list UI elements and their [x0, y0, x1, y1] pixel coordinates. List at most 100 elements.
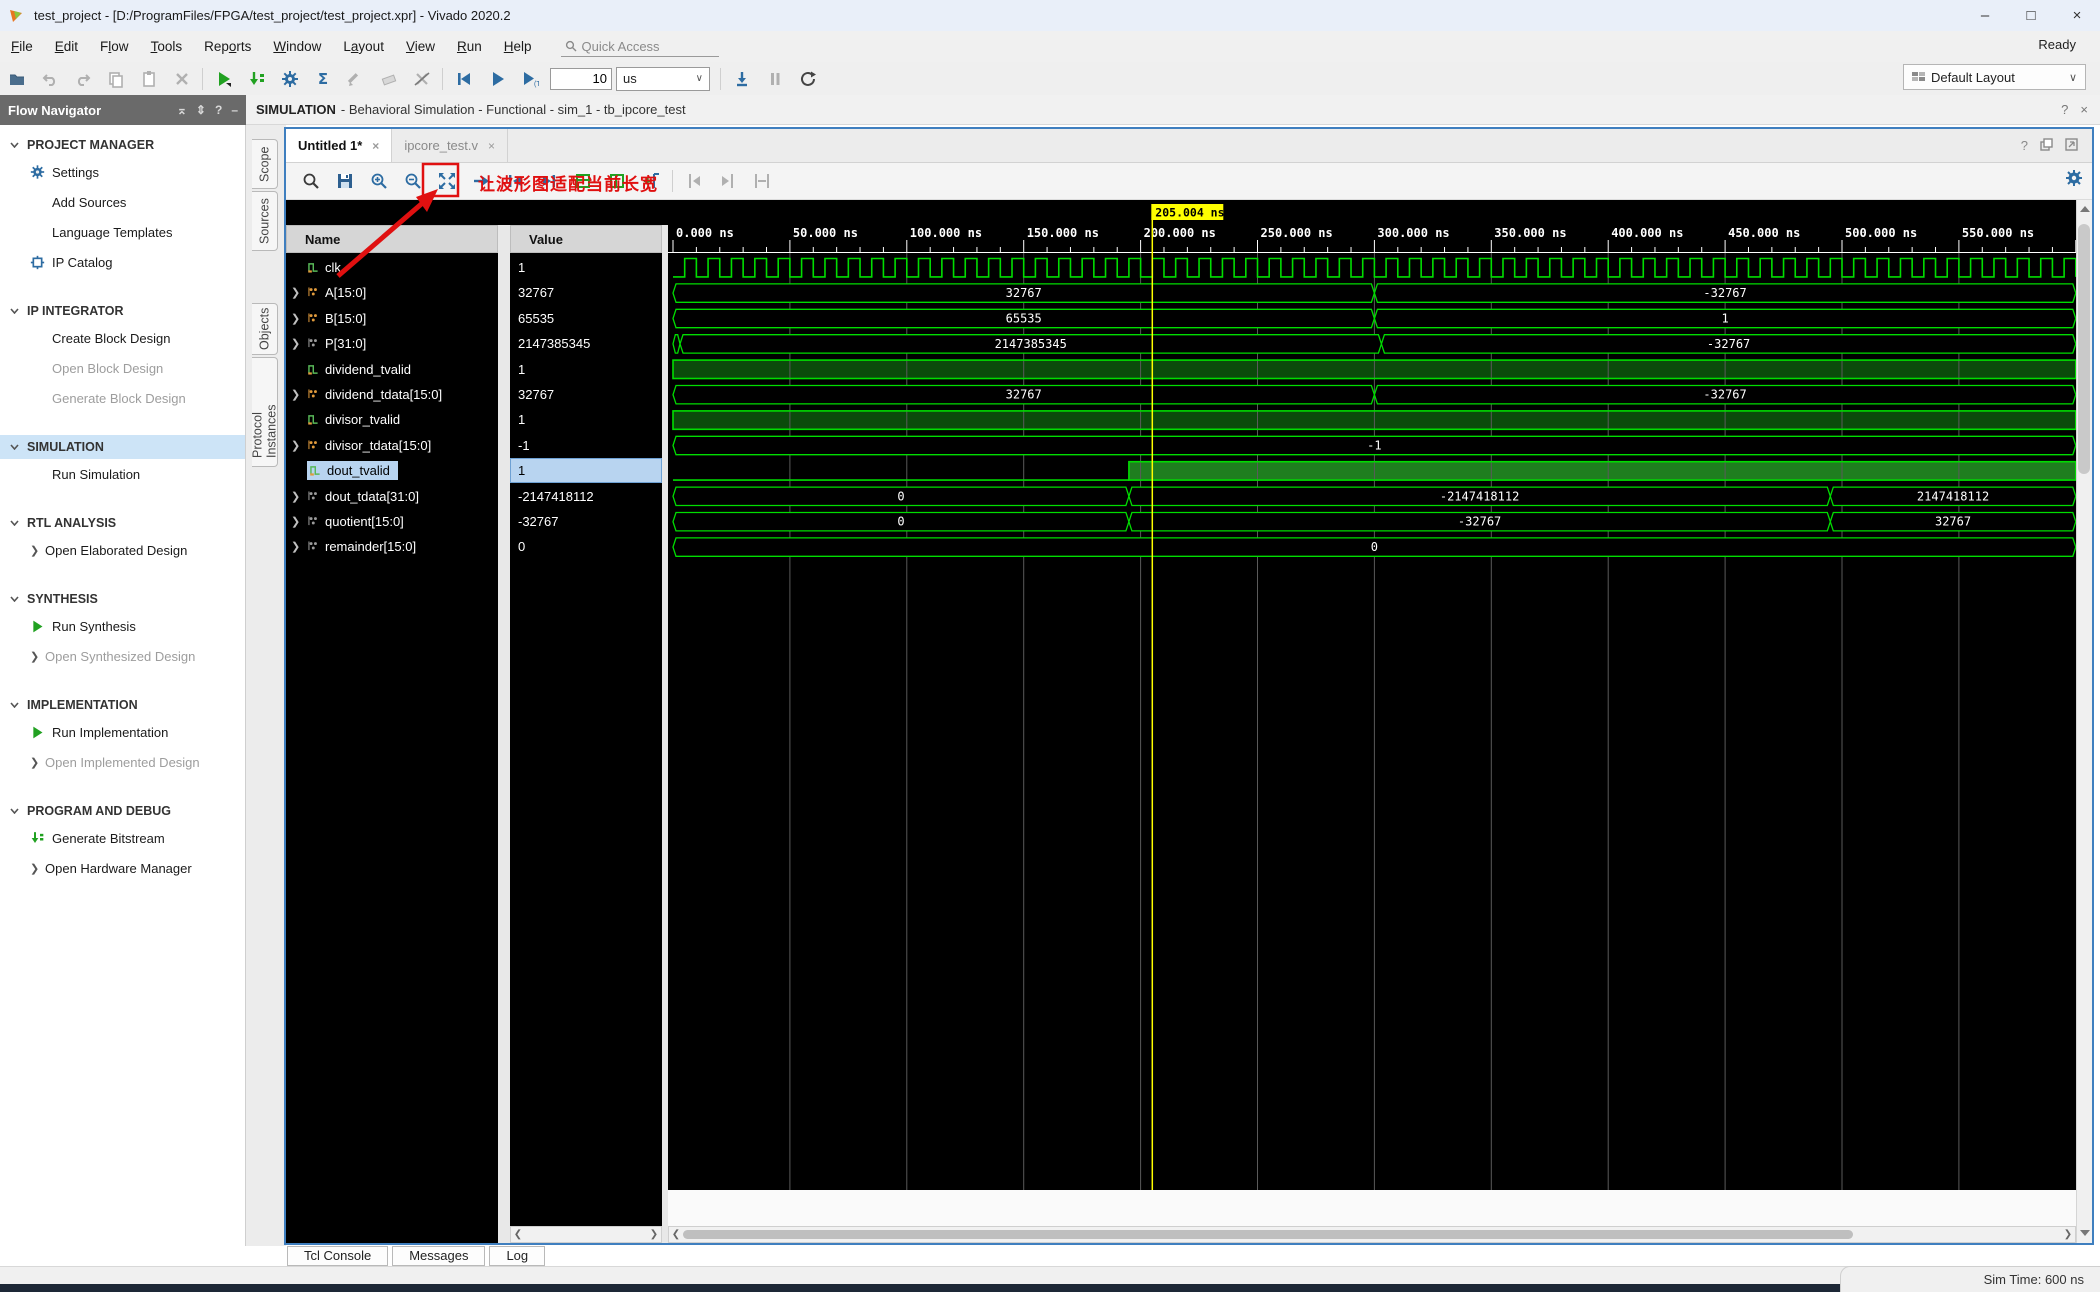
- menu-item-layout[interactable]: Layout: [332, 39, 395, 54]
- paste-icon[interactable]: [132, 65, 165, 93]
- flow-section-program-and-debug[interactable]: PROGRAM AND DEBUG: [0, 799, 245, 823]
- zoom-out-icon[interactable]: [396, 166, 430, 196]
- wave-tab-untitled-1-[interactable]: Untitled 1*×: [286, 129, 392, 162]
- run-for-time-icon[interactable]: (T): [513, 65, 546, 93]
- scroll-right-icon[interactable]: ❯: [2061, 1229, 2075, 1240]
- menu-item-flow[interactable]: Flow: [89, 39, 140, 54]
- signal-row-divisor_tdata150[interactable]: ❯divisor_tdata[15:0]: [286, 433, 498, 458]
- minimize-panel-icon[interactable]: –: [231, 103, 238, 117]
- side-tab-objects[interactable]: Objects: [252, 303, 278, 355]
- value-hscrollbar[interactable]: ❮ ❯: [510, 1226, 662, 1243]
- redo-icon[interactable]: [66, 65, 99, 93]
- restart-sim-icon[interactable]: [447, 65, 480, 93]
- run-all-icon[interactable]: [480, 65, 513, 93]
- copy-icon[interactable]: [99, 65, 132, 93]
- close-tab-icon[interactable]: ×: [488, 139, 495, 153]
- scroll-down-icon[interactable]: [2080, 1230, 2090, 1236]
- signal-value-A150[interactable]: 32767: [510, 280, 662, 305]
- side-tab-scope[interactable]: Scope: [252, 139, 278, 189]
- flow-item-create-block-design[interactable]: Create Block Design: [0, 323, 245, 353]
- signal-value-remainder150[interactable]: 0: [510, 534, 662, 559]
- scroll-right-icon[interactable]: ❯: [647, 1229, 661, 1240]
- signal-value-divisor_tdata150[interactable]: -1: [510, 433, 662, 458]
- bottom-tab-tcl-console[interactable]: Tcl Console: [287, 1246, 388, 1266]
- expand-all-icon[interactable]: ⇕: [196, 103, 206, 117]
- bottom-tab-messages[interactable]: Messages: [392, 1246, 485, 1266]
- flow-section-rtl-analysis[interactable]: RTL ANALYSIS: [0, 511, 245, 535]
- flow-item-add-sources[interactable]: Add Sources: [0, 187, 245, 217]
- cancel-run-icon[interactable]: [405, 65, 438, 93]
- undo-icon[interactable]: [33, 65, 66, 93]
- save-waveform-icon[interactable]: [328, 166, 362, 196]
- zoom-fit-icon[interactable]: [430, 166, 464, 196]
- minimize-button[interactable]: –: [1962, 0, 2008, 31]
- expander-icon[interactable]: ❯: [286, 439, 307, 452]
- report-sigma-icon[interactable]: Σ: [306, 65, 339, 93]
- scroll-left-icon[interactable]: ❮: [669, 1229, 683, 1240]
- side-tab-sources[interactable]: Sources: [252, 191, 278, 251]
- close-tab-icon[interactable]: ×: [372, 139, 379, 153]
- flow-item-generate-bitstream[interactable]: Generate Bitstream: [0, 823, 245, 853]
- column-splitter[interactable]: [498, 225, 510, 1243]
- open-file-icon[interactable]: [0, 65, 33, 93]
- expander-icon[interactable]: ❯: [286, 286, 307, 299]
- flow-item-language-templates[interactable]: Language Templates: [0, 217, 245, 247]
- flow-item-open-hardware-manager[interactable]: ❯Open Hardware Manager: [0, 853, 245, 883]
- help-icon[interactable]: ?: [2061, 102, 2068, 117]
- signal-value-dividend_tvalid[interactable]: 1: [510, 357, 662, 382]
- scrollbar-thumb[interactable]: [2078, 224, 2090, 474]
- scroll-left-icon[interactable]: ❮: [511, 1229, 525, 1240]
- zoom-in-icon[interactable]: [362, 166, 396, 196]
- signal-row-P310[interactable]: ❯P[31:0]: [286, 331, 498, 356]
- generate-bitstream-icon[interactable]: [240, 65, 273, 93]
- signal-row-dividend_tdata150[interactable]: ❯dividend_tdata[15:0]: [286, 382, 498, 407]
- maximize-button[interactable]: □: [2008, 0, 2054, 31]
- scrollbar-thumb[interactable]: [683, 1230, 1853, 1239]
- menu-item-help[interactable]: Help: [493, 39, 543, 54]
- signal-value-divisor_tvalid[interactable]: 1: [510, 407, 662, 432]
- flow-item-settings[interactable]: Settings: [0, 157, 245, 187]
- delete-icon[interactable]: [165, 65, 198, 93]
- close-button[interactable]: ×: [2054, 0, 2100, 31]
- flow-section-project-manager[interactable]: PROJECT MANAGER: [0, 133, 245, 157]
- flow-item-open-elaborated-design[interactable]: ❯Open Elaborated Design: [0, 535, 245, 565]
- help-icon[interactable]: ?: [215, 103, 222, 117]
- signal-value-dividend_tdata150[interactable]: 32767: [510, 382, 662, 407]
- step-icon[interactable]: [725, 65, 758, 93]
- flow-item-run-implementation[interactable]: Run Implementation: [0, 717, 245, 747]
- menu-item-tools[interactable]: Tools: [140, 39, 194, 54]
- signal-value-B150[interactable]: 65535: [510, 306, 662, 331]
- signal-value-dout_tdata310[interactable]: -2147418112: [510, 484, 662, 509]
- help-icon[interactable]: ?: [2021, 138, 2028, 153]
- run-time-input[interactable]: [550, 68, 612, 90]
- maximize-panel-icon[interactable]: [2065, 138, 2078, 154]
- flow-section-synthesis[interactable]: SYNTHESIS: [0, 587, 245, 611]
- scroll-up-icon[interactable]: [2080, 206, 2090, 212]
- signal-row-clk[interactable]: clk: [286, 255, 498, 280]
- signal-value-quotient150[interactable]: -32767: [510, 509, 662, 534]
- flow-item-run-simulation[interactable]: Run Simulation: [0, 459, 245, 489]
- value-column-header[interactable]: Value: [510, 225, 662, 253]
- menu-item-edit[interactable]: Edit: [44, 39, 89, 54]
- expander-icon[interactable]: ❯: [286, 515, 307, 528]
- signal-value-dout_tvalid[interactable]: 1: [510, 458, 662, 483]
- time-unit-select[interactable]: us ∨: [616, 67, 710, 91]
- menu-item-run[interactable]: Run: [446, 39, 493, 54]
- close-panel-icon[interactable]: ×: [2080, 102, 2088, 117]
- menu-item-view[interactable]: View: [395, 39, 446, 54]
- signal-row-dividend_tvalid[interactable]: dividend_tvalid: [286, 357, 498, 382]
- signal-value-clk[interactable]: 1: [510, 255, 662, 280]
- signal-value-P310[interactable]: 2147385345: [510, 331, 662, 356]
- side-tab-protocol-instances[interactable]: Protocol Instances: [252, 357, 278, 467]
- expander-icon[interactable]: ❯: [286, 312, 307, 325]
- signal-row-B150[interactable]: ❯B[15:0]: [286, 306, 498, 331]
- signal-row-divisor_tvalid[interactable]: divisor_tvalid: [286, 407, 498, 432]
- bottom-tab-log[interactable]: Log: [489, 1246, 545, 1266]
- menu-item-window[interactable]: Window: [262, 39, 332, 54]
- run-button[interactable]: [207, 65, 240, 93]
- menu-item-file[interactable]: File: [0, 39, 44, 54]
- signal-row-A150[interactable]: ❯A[15:0]: [286, 280, 498, 305]
- relaunch-icon[interactable]: [791, 65, 824, 93]
- menu-item-reports[interactable]: Reports: [193, 39, 262, 54]
- wave-settings-gear-icon[interactable]: [2064, 168, 2084, 193]
